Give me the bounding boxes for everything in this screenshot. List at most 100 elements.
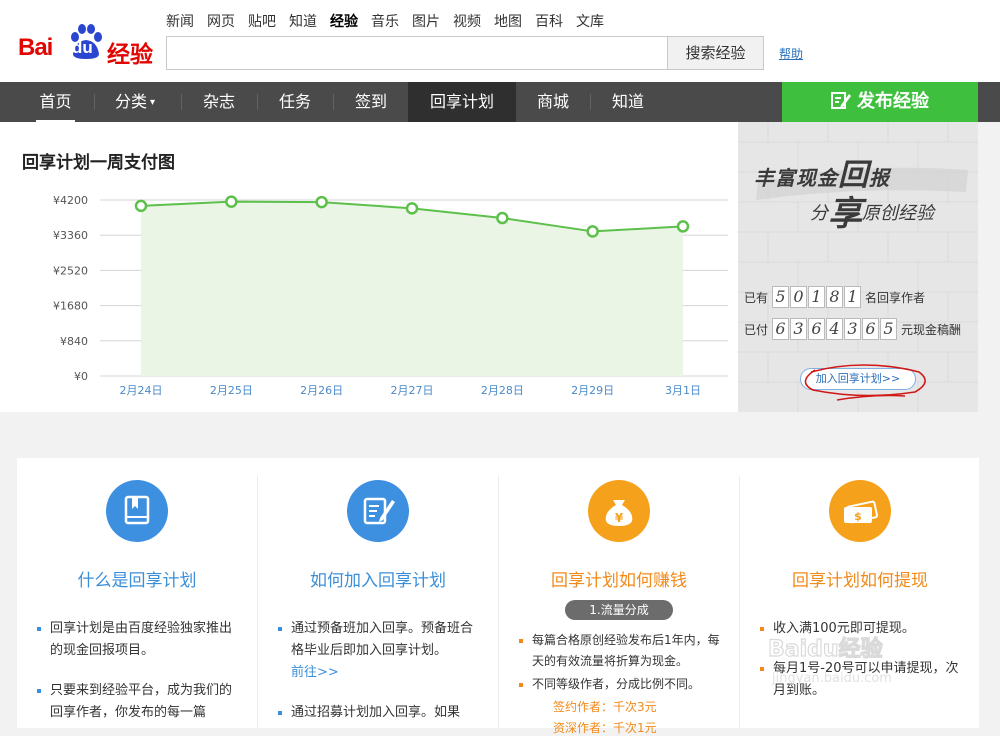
paid-counter-suffix: 元现金稿酬	[901, 322, 962, 337]
y-tick-label: ¥1680	[53, 300, 88, 313]
nav-category[interactable]: 分类 ▾	[100, 82, 170, 122]
publish-experience-button[interactable]: 发布经验	[782, 82, 978, 122]
topnav-baike[interactable]: 百科	[535, 11, 563, 31]
baidu-jingyan-logo[interactable]: Bai du 经验	[18, 22, 158, 68]
bullet-text: 只要来到经验平台，成为我们的回享作者，你发布的每一篇	[50, 683, 233, 720]
card-title: 回享计划如何提现	[792, 571, 928, 591]
x-tick-label: 2月24日	[120, 384, 163, 397]
topnav-music[interactable]: 音乐	[371, 11, 399, 31]
card-title: 如何加入回享计划	[310, 571, 446, 591]
watermark-url: jingyan.baidu.com	[771, 671, 892, 686]
y-tick-label: ¥3360	[53, 229, 88, 242]
topnav-wenku[interactable]: 文库	[576, 11, 604, 31]
counter-digit: 1	[844, 286, 862, 308]
paid-counter-prefix: 已付	[744, 322, 769, 337]
slogan2-text-end: 原创经验	[862, 203, 934, 224]
help-link[interactable]: 帮助	[779, 45, 803, 62]
card-title: 什么是回享计划	[77, 571, 197, 591]
traffic-share-badge: 1.流量分成	[565, 600, 673, 620]
counter-digit: 0	[790, 286, 808, 308]
data-point	[315, 195, 328, 209]
top-navigation: 新闻 网页 贴吧 知道 经验 音乐 图片 视频 地图 百科 文库	[166, 11, 617, 31]
nav-huixiang-plan[interactable]: 回享计划	[408, 82, 516, 122]
slogan2-text: 分	[810, 203, 828, 224]
svg-text:$: $	[854, 510, 862, 523]
baidu-jingyan-watermark: Baidu经验 jingyan.baidu.com	[767, 635, 892, 686]
senior-author-rate: 资深作者：千次1元	[553, 721, 657, 735]
topnav-web[interactable]: 网页	[207, 11, 235, 31]
author-counter: 已有 5 0 1 8 1 名回享作者	[744, 286, 925, 308]
goto-link[interactable]: 前往>>	[291, 665, 339, 680]
topnav-tieba[interactable]: 贴吧	[248, 11, 276, 31]
y-tick-label: ¥4200	[53, 194, 88, 207]
x-tick-label: 3月1日	[665, 384, 701, 397]
logo-product-text: 经验	[107, 42, 153, 68]
card-how-to-earn: ¥ 回享计划如何赚钱 1.流量分成 每篇合格原创经验发布后1年内，每天的有效流量…	[499, 458, 739, 735]
promo-slogan-line2: 分享原创经验	[810, 186, 934, 235]
huixiang-promo-banner: 丰富现金回报 分享原创经验 已有 5 0 1 8 1 名回享作者 已付 6 3 …	[738, 122, 978, 412]
nav-separator	[181, 94, 182, 110]
x-tick-label: 2月26日	[300, 384, 343, 397]
bullet-text: 每篇合格原创经验发布后1年内，每天的有效流量将折算为现金。	[532, 633, 720, 668]
topnav-zhidao[interactable]: 知道	[289, 11, 317, 31]
card-bullet: 每篇合格原创经验发布后1年内，每天的有效流量将折算为现金。	[519, 630, 725, 672]
nav-separator	[94, 94, 95, 110]
nav-separator	[257, 94, 258, 110]
card-bullet: 回享计划是由百度经验独家推出的现金回报项目。	[37, 618, 243, 662]
counter-digit: 8	[826, 286, 844, 308]
logo-du-text: du	[72, 38, 93, 57]
chevron-down-icon: ▾	[149, 97, 156, 108]
nav-checkin[interactable]: 签到	[339, 82, 403, 122]
topnav-images[interactable]: 图片	[412, 11, 440, 31]
counter-digit: 3	[844, 318, 862, 340]
nav-zhidao[interactable]: 知道	[596, 82, 660, 122]
nav-separator	[333, 94, 334, 110]
logo-bai-text: Bai	[18, 34, 53, 61]
nav-mall[interactable]: 商城	[522, 82, 584, 122]
nav-tasks[interactable]: 任务	[263, 82, 327, 122]
counter-digit: 6	[862, 318, 880, 340]
red-hand-drawn-circle	[804, 364, 926, 401]
edit-icon	[831, 92, 851, 109]
counter-digit: 5	[880, 318, 898, 340]
counter-digit: 6	[772, 318, 790, 340]
x-tick-label: 2月28日	[481, 384, 524, 397]
signed-author-rate: 签约作者：千次3元	[553, 700, 657, 714]
chart-title: 回享计划一周支付图	[22, 153, 175, 173]
data-point	[496, 211, 509, 225]
card-what-is-huixiang: 什么是回享计划 回享计划是由百度经验独家推出的现金回报项目。 只要来到经验平台，…	[17, 458, 257, 728]
x-tick-label: 2月25日	[210, 384, 253, 397]
search-button[interactable]: 搜索经验	[667, 36, 764, 70]
money-bag-icon: ¥	[588, 480, 650, 542]
counter-digit: 6	[808, 318, 826, 340]
card-bullet: 通过招募计划加入回享。如果	[278, 702, 484, 724]
counter-digit: 4	[826, 318, 844, 340]
bullet-text: 通过招募计划加入回享。如果	[291, 705, 461, 720]
x-tick-label: 2月29日	[571, 384, 614, 397]
nav-separator	[590, 94, 591, 110]
nav-home[interactable]: 首页	[18, 82, 93, 122]
data-point	[676, 220, 690, 233]
topnav-video[interactable]: 视频	[453, 11, 481, 31]
series-area	[141, 201, 683, 376]
card-how-to-join: 如何加入回享计划 通过预备班加入回享。预备班合格毕业后即加入回享计划。 前往>> …	[258, 458, 498, 728]
nav-magazine[interactable]: 杂志	[187, 82, 251, 122]
paid-counter: 已付 6 3 6 4 3 6 5 元现金稿酬	[744, 318, 961, 340]
slogan2-big-char: 享	[828, 194, 862, 234]
y-tick-label: ¥2520	[53, 264, 88, 277]
topnav-map[interactable]: 地图	[494, 11, 522, 31]
topnav-news[interactable]: 新闻	[166, 11, 194, 31]
topnav-jingyan[interactable]: 经验	[330, 11, 358, 31]
nav-category-label: 分类	[114, 92, 147, 111]
watermark-brand: Baidu经验	[768, 636, 883, 662]
header: Bai du 经验 新闻 网页 贴吧 知道 经验 音乐 图片 视频 地图 百科 …	[0, 0, 1000, 82]
data-point	[134, 199, 148, 213]
card-bullet: 只要来到经验平台，成为我们的回享作者，你发布的每一篇	[37, 680, 243, 724]
main-navigation: 首页 分类 ▾ 杂志 任务 签到 回享计划 商城 知道 发布经验	[0, 82, 1000, 122]
data-point	[225, 195, 238, 208]
bullet-text: 不同等级作者，分成比例不同。	[532, 677, 701, 691]
search-input[interactable]	[166, 36, 668, 70]
y-tick-label: ¥840	[60, 335, 88, 348]
card-bullet: 不同等级作者，分成比例不同。	[519, 674, 725, 695]
data-point	[586, 225, 599, 238]
